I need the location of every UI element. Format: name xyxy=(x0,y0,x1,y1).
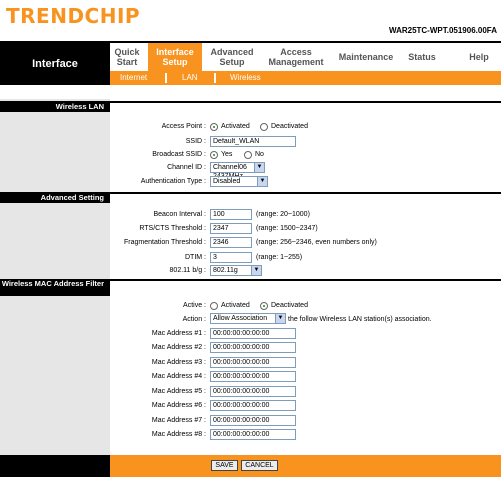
footer-left xyxy=(0,455,110,477)
dtim-range: (range: 1~255) xyxy=(256,254,303,261)
mac-address-8-input[interactable] xyxy=(210,429,296,440)
subnav-lan[interactable]: LAN xyxy=(182,71,198,85)
mac-action-suffix: the follow Wireless LAN station(s) assoc… xyxy=(288,316,432,323)
mac-address-4-input[interactable] xyxy=(210,371,296,382)
subnav-divider xyxy=(165,73,167,83)
beacon-interval-input[interactable] xyxy=(210,209,252,220)
mac-action-value: Allow Association xyxy=(213,315,268,322)
section-label: Wireless LAN xyxy=(0,101,110,112)
mac-deactivated-radio[interactable] xyxy=(260,302,268,310)
channel-select[interactable]: Channel06 2437MHz ▼ xyxy=(210,162,265,180)
broadcast-yes-radio[interactable] xyxy=(210,151,218,159)
broadcast-ssid-label: Broadcast SSID : xyxy=(152,151,206,158)
access-point-deactivated-label: Deactivated xyxy=(271,123,308,130)
section-label: Advanced Setting xyxy=(0,192,110,203)
broadcast-no-label: No xyxy=(255,151,264,158)
mac-action-select[interactable]: Allow Association ▼ xyxy=(210,313,286,324)
fragmentation-input[interactable] xyxy=(210,237,252,248)
auth-type-label: Authentication Type : xyxy=(140,178,206,185)
chevron-down-icon: ▼ xyxy=(251,266,261,275)
mac-address-1-label: Mac Address #1 : xyxy=(151,330,206,337)
cancel-button[interactable]: CANCEL xyxy=(241,460,278,471)
mac-address-6-label: Mac Address #6 : xyxy=(151,402,206,409)
brand-logo: TRENDCHIP xyxy=(6,4,141,28)
dtim-label: DTIM : xyxy=(185,254,206,261)
chevron-down-icon: ▼ xyxy=(254,163,264,172)
firmware-model: WAR25TC-WPT.051906.00FA xyxy=(388,26,497,35)
wireless-mode-value: 802.11g xyxy=(213,267,238,274)
save-button[interactable]: SAVE xyxy=(211,460,238,471)
nav-help[interactable]: Help xyxy=(462,43,496,71)
chevron-down-icon: ▼ xyxy=(275,314,285,323)
nav-access-management[interactable]: Access Management xyxy=(262,43,330,71)
access-point-activated-radio[interactable] xyxy=(210,123,218,131)
wireless-mode-select[interactable]: 802.11g ▼ xyxy=(210,265,262,276)
mac-address-3-input[interactable] xyxy=(210,357,296,368)
mac-address-8-label: Mac Address #8 : xyxy=(151,431,206,438)
section-label: Wireless MAC Address Filter xyxy=(0,279,110,296)
nav-quick-start[interactable]: Quick Start xyxy=(110,43,144,71)
mac-action-label: Action : xyxy=(182,316,206,323)
fragmentation-label: Fragmentation Threshold : xyxy=(124,239,206,246)
mac-deactivated-label: Deactivated xyxy=(271,302,308,309)
mac-activated-label: Activated xyxy=(221,302,250,309)
section-header-mac-filter: Wireless MAC Address Filter xyxy=(0,279,501,296)
mac-address-7-label: Mac Address #7 : xyxy=(151,417,206,424)
broadcast-no-radio[interactable] xyxy=(244,151,252,159)
section-title: Interface xyxy=(0,43,110,85)
rts-threshold-input[interactable] xyxy=(210,223,252,234)
subnav-internet[interactable]: Internet xyxy=(120,71,147,85)
nav-maintenance[interactable]: Maintenance xyxy=(336,43,396,71)
section-header-wireless-lan: Wireless LAN xyxy=(0,101,501,112)
beacon-range: (range: 20~1000) xyxy=(256,211,310,218)
main-nav: Quick Start Interface Setup Advanced Set… xyxy=(110,43,501,71)
section-divider xyxy=(110,192,501,194)
mac-address-6-input[interactable] xyxy=(210,400,296,411)
mac-address-3-label: Mac Address #3 : xyxy=(151,359,206,366)
fragmentation-range: (range: 256~2346, even numbers only) xyxy=(256,239,377,246)
rts-range: (range: 1500~2347) xyxy=(256,225,318,232)
wireless-mode-label: 802.11 b/g : xyxy=(169,267,206,274)
mac-address-5-input[interactable] xyxy=(210,386,296,397)
mac-address-5-label: Mac Address #5 : xyxy=(151,388,206,395)
auth-type-select[interactable]: Disabled ▼ xyxy=(210,176,268,187)
mac-address-2-input[interactable] xyxy=(210,342,296,353)
section-header-advanced: Advanced Setting xyxy=(0,192,501,203)
left-column xyxy=(0,85,110,455)
mac-active-label: Active : xyxy=(183,302,206,309)
mac-address-2-label: Mac Address #2 : xyxy=(151,344,206,351)
mac-address-1-input[interactable] xyxy=(210,328,296,339)
section-divider xyxy=(110,279,501,281)
sub-nav: Internet LAN Wireless xyxy=(110,71,501,85)
ssid-label: SSID : xyxy=(185,138,206,145)
subnav-wireless[interactable]: Wireless xyxy=(230,71,261,85)
subnav-divider xyxy=(214,73,216,83)
broadcast-yes-label: Yes xyxy=(221,151,233,158)
channel-label: Channel ID : xyxy=(167,164,206,171)
nav-status[interactable]: Status xyxy=(402,43,442,71)
chevron-down-icon: ▼ xyxy=(257,177,267,186)
ssid-input[interactable] xyxy=(210,136,296,147)
access-point-activated-label: Activated xyxy=(221,123,250,130)
mac-address-4-label: Mac Address #4 : xyxy=(151,373,206,380)
access-point-deactivated-radio[interactable] xyxy=(260,123,268,131)
beacon-interval-label: Beacon Interval : xyxy=(153,211,206,218)
spacer xyxy=(0,85,501,99)
section-divider xyxy=(110,101,501,103)
mac-activated-radio[interactable] xyxy=(210,302,218,310)
footer-bar xyxy=(110,455,501,477)
nav-interface-setup[interactable]: Interface Setup xyxy=(148,43,202,71)
access-point-label: Access Point : xyxy=(161,123,206,130)
rts-threshold-label: RTS/CTS Threshold : xyxy=(139,225,206,232)
mac-address-7-input[interactable] xyxy=(210,415,296,426)
dtim-input[interactable] xyxy=(210,252,252,263)
nav-advanced-setup[interactable]: Advanced Setup xyxy=(206,43,258,71)
auth-type-value: Disabled xyxy=(213,178,241,185)
